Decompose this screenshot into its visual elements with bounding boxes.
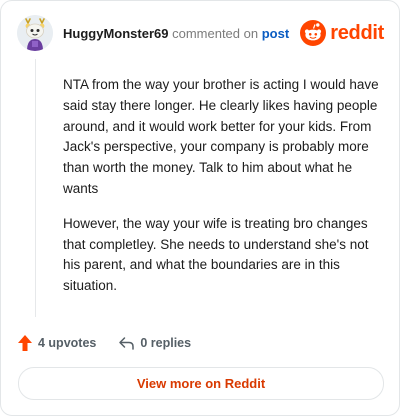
reddit-comment-card: HuggyMonster69 commented on post reddit … xyxy=(0,0,400,416)
comment-paragraph: NTA from the way your brother is acting … xyxy=(63,77,379,196)
reddit-wordmark: reddit xyxy=(330,21,384,44)
comment-action-text: commented on xyxy=(172,26,259,41)
upvote-arrow-icon xyxy=(18,335,32,351)
post-link[interactable]: post xyxy=(262,26,289,41)
comment-paragraph: However, the way your wife is treating b… xyxy=(63,215,369,294)
reply-arrow-icon xyxy=(119,337,135,350)
replies-count: 0 replies xyxy=(140,336,192,350)
comment-actions: 4 upvotes 0 replies xyxy=(17,334,191,352)
upvotes-count: 4 upvotes xyxy=(38,336,97,350)
snoo-avatar-icon xyxy=(17,15,53,51)
reddit-logo[interactable]: reddit xyxy=(300,20,384,46)
reddit-alien-icon xyxy=(300,20,327,46)
comment-body: NTA from the way your brother is acting … xyxy=(63,75,381,311)
user-avatar[interactable] xyxy=(17,15,53,51)
comment-header: HuggyMonster69 commented on post xyxy=(63,26,289,42)
replies-button[interactable]: 0 replies xyxy=(118,335,191,351)
thread-line xyxy=(35,59,36,317)
upvote-button[interactable]: 4 upvotes xyxy=(17,334,96,352)
view-more-button[interactable]: View more on Reddit xyxy=(18,367,384,400)
username[interactable]: HuggyMonster69 xyxy=(63,26,168,41)
